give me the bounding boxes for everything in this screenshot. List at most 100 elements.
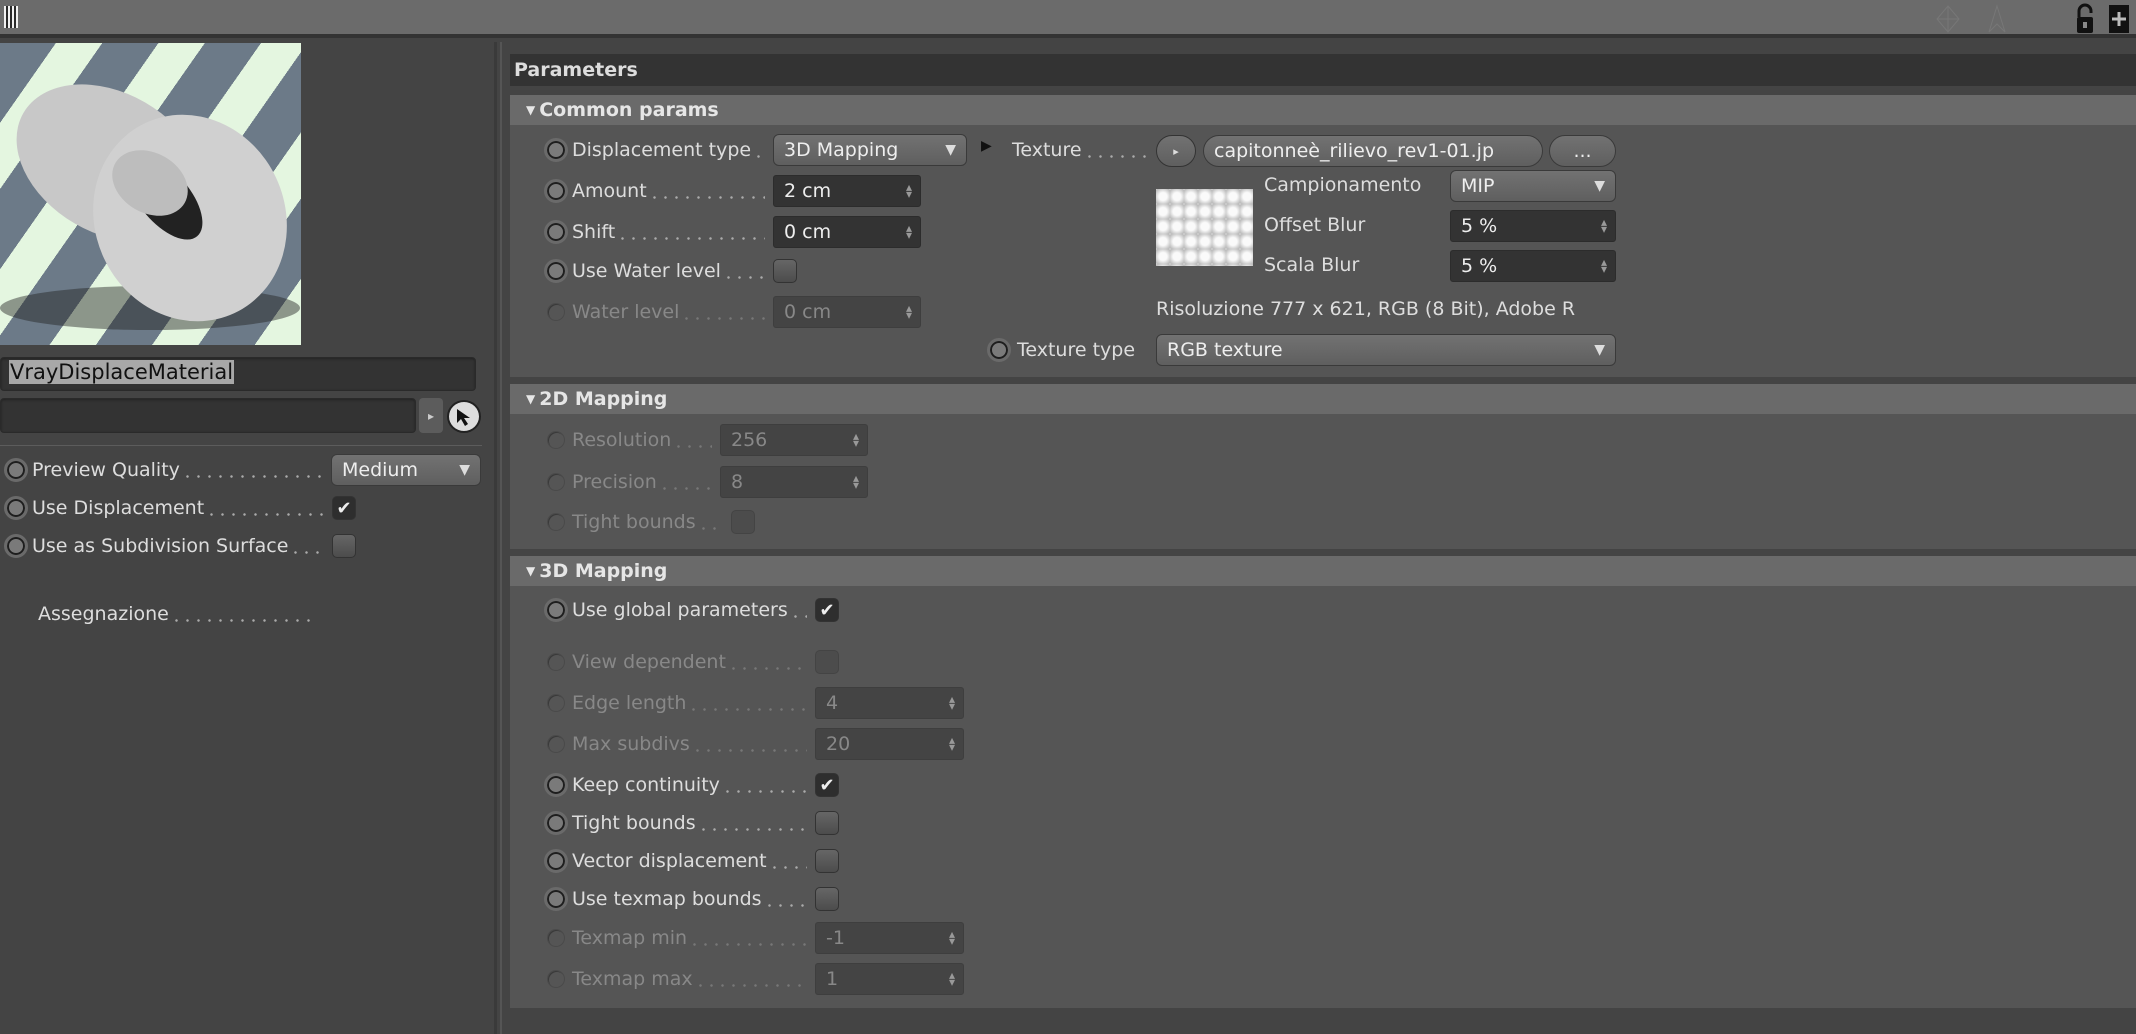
param-row-tight-bounds: Tight bounds (544, 506, 879, 538)
checkbox[interactable]: ✔ (815, 598, 839, 622)
grid-pattern-icon[interactable] (4, 6, 18, 28)
link-field[interactable] (0, 398, 416, 433)
param-row-view-dependent: View dependent (544, 646, 964, 678)
offset-blur-field[interactable]: 5 % ▴ ▾ (1450, 210, 1616, 242)
param-label: View dependent (572, 651, 726, 673)
chevron-down-icon: ▼ (459, 462, 470, 478)
param-label: Max subdivs (572, 733, 690, 755)
triangle-down-icon[interactable]: ▼ (526, 392, 535, 406)
pick-pointer-icon[interactable] (447, 400, 481, 433)
texture-expand-arrow[interactable]: ▶ (981, 138, 992, 154)
spinner-icon[interactable]: ▴ ▾ (906, 181, 912, 200)
param-label: Use global parameters (572, 599, 788, 621)
animation-toggle-circle[interactable] (4, 496, 28, 520)
animation-toggle-circle[interactable] (544, 811, 568, 835)
assignment-label: Assegnazione (38, 603, 169, 625)
checkbox[interactable] (815, 811, 839, 835)
animation-toggle-circle[interactable] (544, 220, 568, 244)
animation-toggle-circle[interactable] (987, 338, 1011, 362)
material-name-text[interactable]: VrayDisplaceMaterial (9, 360, 235, 384)
sampling-dropdown[interactable]: MIP ▼ (1450, 170, 1616, 202)
checkmark-icon: ✔ (336, 497, 352, 519)
number-field[interactable]: 0 cm ▴ ▾ (773, 216, 921, 248)
checkbox[interactable]: ✔ (332, 496, 356, 520)
number-value: 20 (826, 733, 851, 755)
new-panel-icon[interactable] (2108, 4, 2132, 34)
animation-toggle-circle[interactable] (544, 849, 568, 873)
leader-dots (688, 708, 807, 711)
param-label-wrap: Tight bounds (572, 506, 727, 538)
param-label: Use texmap bounds (572, 888, 762, 910)
attributes-panel: Parameters ▼ Common params Displacement ty… (500, 42, 2136, 1034)
number-value: 4 (826, 692, 839, 714)
leader-dots (681, 317, 765, 320)
leader-dots (648, 196, 765, 199)
param-label: Texmap min (572, 927, 688, 949)
spinner-icon[interactable]: ▴ ▾ (1601, 256, 1607, 275)
section-header-3d-mapping[interactable]: ▼ 3D Mapping (510, 556, 2136, 586)
scale-blur-field[interactable]: 5 % ▴ ▾ (1450, 250, 1616, 282)
section-title: 3D Mapping (539, 560, 668, 582)
animation-toggle-circle[interactable] (4, 534, 28, 558)
dropdown[interactable]: Medium ▼ (331, 454, 481, 486)
parameters-header: Parameters (510, 54, 2136, 86)
param-row-use-as-subdivision-surface: Use as Subdivision Surface (4, 530, 356, 562)
spinner-icon: ▴ ▾ (948, 692, 955, 713)
link-arrow-button[interactable]: ▸ (419, 398, 443, 433)
texture-file-button[interactable]: capitonneè_rilievo_rev1-01.jp (1203, 135, 1543, 167)
dropdown[interactable]: 3D Mapping ▼ (773, 134, 967, 166)
param-label-wrap: Use Displacement (32, 492, 328, 524)
texture-thumbnail (1156, 189, 1253, 266)
unlock-icon[interactable] (2073, 3, 2099, 35)
number-value: 8 (731, 471, 744, 493)
spinner-icon: ▴ ▾ (905, 301, 912, 322)
checkbox[interactable] (332, 534, 356, 558)
checkbox[interactable] (815, 887, 839, 911)
param-label-wrap: Texmap min (572, 922, 811, 954)
animation-toggle-circle[interactable] (544, 887, 568, 911)
section-header-common-params[interactable]: ▼ Common params (510, 95, 2136, 125)
param-row-preview-quality: Preview Quality Medium ▼ (4, 454, 481, 486)
spinner-icon[interactable]: ▴ ▾ (906, 222, 912, 241)
number-field: 4 ▴ ▾ (815, 687, 964, 719)
browse-label: ... (1573, 140, 1592, 162)
axis-icon[interactable] (1935, 4, 1961, 34)
number-value: 0 cm (784, 301, 832, 323)
animation-toggle-circle[interactable] (544, 598, 568, 622)
animation-toggle-circle[interactable] (544, 259, 568, 283)
texture-browse-button[interactable]: ... (1549, 135, 1616, 167)
param-label: Edge length (572, 692, 687, 714)
animation-toggle-circle[interactable] (544, 179, 568, 203)
param-label-wrap: Max subdivs (572, 728, 811, 760)
texture-options-button[interactable]: ▸ (1156, 135, 1196, 167)
triangle-down-icon[interactable]: ▼ (526, 564, 535, 578)
pin-icon[interactable] (1987, 4, 2007, 34)
leader-dots (763, 904, 807, 907)
checkbox[interactable] (773, 259, 797, 283)
resolution-info-text: Risoluzione 777 x 621, RGB (8 Bit), Adob… (1156, 298, 1576, 320)
param-label: Tight bounds (572, 812, 696, 834)
number-field[interactable]: 2 cm ▴ ▾ (773, 175, 921, 207)
number-value: 1 (826, 968, 839, 990)
checkbox[interactable] (815, 849, 839, 873)
triangle-down-icon[interactable]: ▼ (526, 103, 535, 117)
param-label: Tight bounds (572, 511, 696, 533)
spinner-icon[interactable]: ▴ ▾ (1601, 216, 1607, 235)
offset-blur-value: 5 % (1461, 215, 1498, 237)
leader-dots (727, 667, 807, 670)
spinner-icon: ▴ ▾ (852, 471, 859, 492)
texture-type-dropdown[interactable]: RGB texture ▼ (1156, 334, 1616, 366)
section-header-2d-mapping[interactable]: ▼ 2D Mapping (510, 384, 2136, 414)
material-preview (0, 43, 301, 345)
param-row-shift: Shift 0 cm ▴ ▾ (544, 216, 921, 248)
scale-blur-label: Scala Blur (1264, 254, 1360, 276)
animation-toggle-circle[interactable] (544, 773, 568, 797)
checkbox[interactable]: ✔ (815, 773, 839, 797)
material-name-field[interactable]: VrayDisplaceMaterial (0, 357, 476, 391)
animation-toggle-circle[interactable] (544, 138, 568, 162)
leader-dots (697, 828, 807, 831)
dropdown-value: Medium (342, 459, 418, 481)
param-label: Shift (572, 221, 616, 243)
number-field: -1 ▴ ▾ (815, 922, 964, 954)
animation-toggle-circle[interactable] (4, 458, 28, 482)
